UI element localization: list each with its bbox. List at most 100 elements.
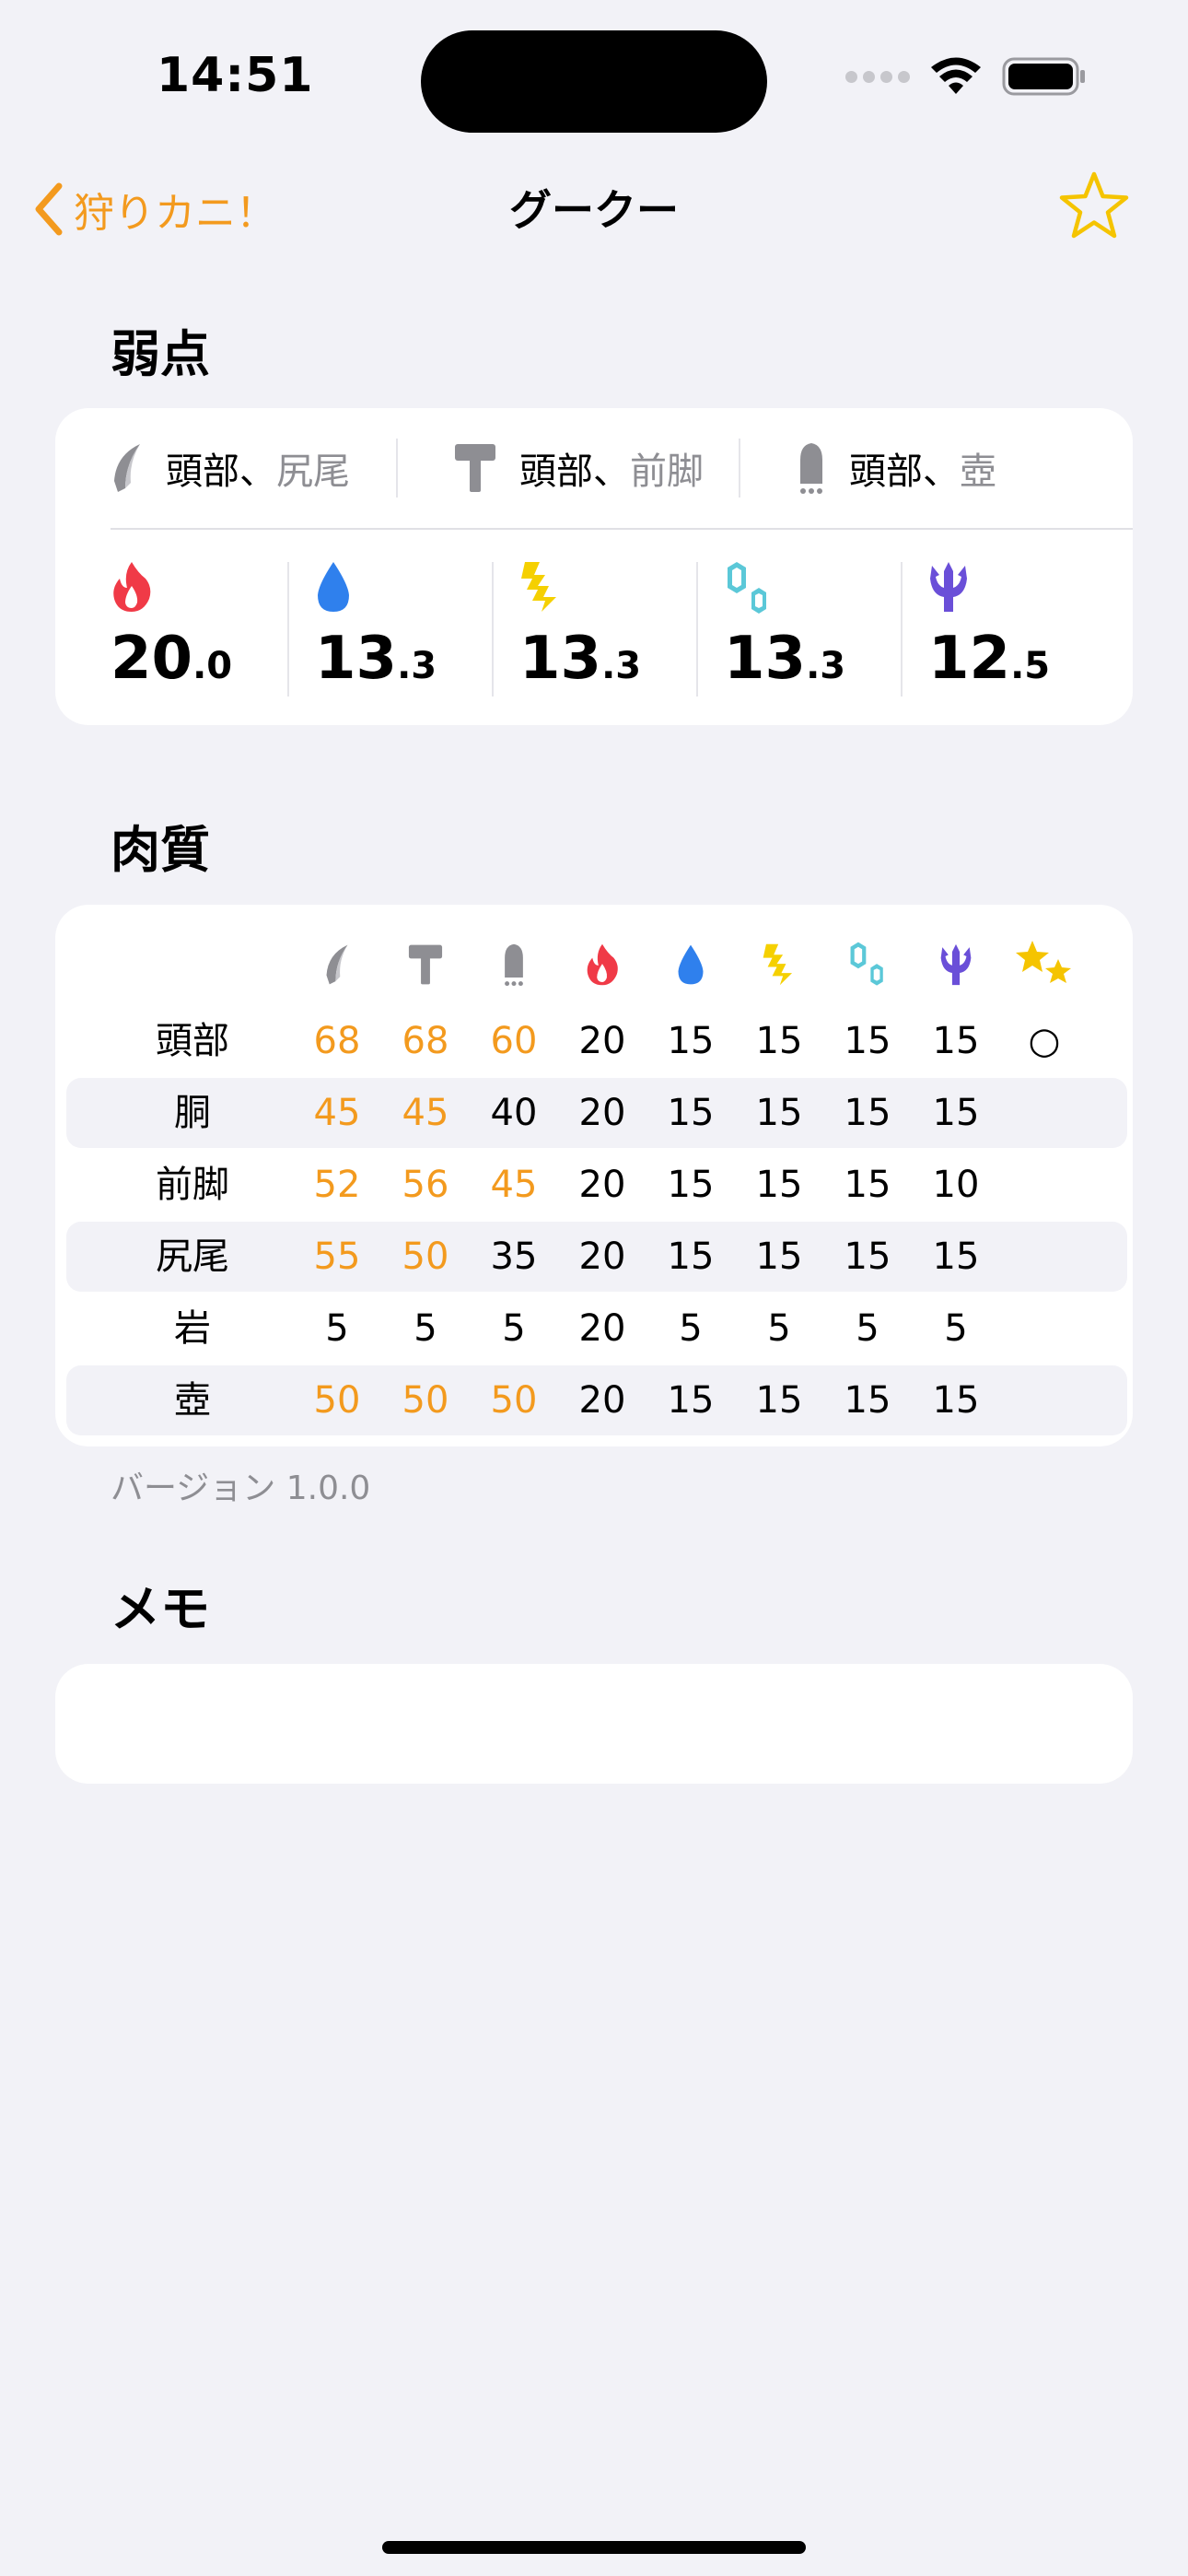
table-cell: 5	[325, 1307, 349, 1350]
table-cell: 20	[578, 1020, 626, 1062]
table-cell: 15	[932, 1235, 980, 1278]
table-cell: 50	[402, 1379, 449, 1422]
wifi-icon	[931, 57, 981, 94]
fire-value: 20	[111, 625, 193, 693]
memo-section-title: メモ	[111, 1580, 210, 1638]
weakness-secondary: 尻尾	[276, 451, 350, 493]
hitzone-section-title: 肉質	[111, 821, 210, 879]
ice-icon	[850, 942, 883, 986]
table-cell: 15	[755, 1164, 803, 1206]
table-row: 岩 5 5 5 20 5 5 5 5	[66, 1294, 1127, 1364]
weakness-secondary: 前脚	[630, 451, 704, 493]
table-cell: 50	[490, 1379, 538, 1422]
table-cell: 35	[490, 1235, 538, 1278]
battery-icon	[1002, 57, 1085, 96]
fire-value-decimal: .0	[192, 645, 233, 687]
memo-text	[55, 1664, 1133, 1738]
col-thunder	[751, 932, 807, 997]
dynamic-island	[421, 30, 767, 133]
table-cell: 55	[313, 1235, 361, 1278]
col-stun	[1007, 932, 1081, 997]
favorite-star-icon[interactable]	[1057, 170, 1131, 243]
table-cell: 15	[844, 1092, 891, 1134]
table-cell	[1003, 1222, 1086, 1292]
blunt-icon	[455, 444, 495, 492]
table-cell: 45	[313, 1092, 361, 1134]
sever-icon	[326, 944, 348, 985]
cellular-signal-icon	[845, 70, 910, 83]
table-cell: 15	[932, 1020, 980, 1062]
table-cell: 45	[402, 1092, 449, 1134]
shot-icon	[800, 443, 822, 494]
table-cell: 15	[755, 1092, 803, 1134]
shot-icon	[505, 943, 523, 987]
col-blunt	[398, 932, 453, 997]
weakness-section-title: 弱点	[111, 325, 210, 383]
table-cell: 15	[844, 1235, 891, 1278]
divider	[111, 528, 1133, 530]
table-cell: 15	[844, 1020, 891, 1062]
home-indicator[interactable]	[382, 2541, 806, 2554]
table-row: 尻尾 55 50 35 20 15 15 15 15	[66, 1222, 1127, 1292]
col-sever	[309, 932, 365, 997]
dragon-value: 12	[928, 625, 1011, 693]
water-value: 13	[315, 625, 398, 693]
table-cell: 20	[578, 1092, 626, 1134]
table-cell: 15	[667, 1379, 715, 1422]
row-part-label: 尻尾	[156, 1235, 229, 1278]
table-row: 前脚 52 56 45 20 15 15 15 10	[66, 1150, 1127, 1220]
divider	[287, 562, 289, 697]
status-icons	[845, 57, 1087, 96]
dragon-icon	[940, 943, 972, 986]
water-value-decimal: .3	[397, 645, 437, 687]
status-time: 14:51	[157, 48, 314, 103]
table-cell: 68	[313, 1020, 361, 1062]
table-cell: 20	[578, 1235, 626, 1278]
table-cell: 15	[667, 1164, 715, 1206]
fire-icon	[113, 562, 151, 612]
ice-value-decimal: .3	[806, 645, 846, 687]
table-cell: 68	[402, 1020, 449, 1062]
table-cell: 5	[856, 1307, 879, 1350]
table-cell: 45	[490, 1164, 538, 1206]
table-row: 壺 50 50 50 20 15 15 15 15	[66, 1365, 1127, 1435]
divider	[901, 562, 903, 697]
table-cell: 50	[313, 1379, 361, 1422]
weakness-secondary: 壺	[960, 451, 996, 493]
element-weakness-fire: 20.0	[55, 553, 287, 700]
dragon-value-decimal: .5	[1010, 645, 1051, 687]
table-cell: 52	[313, 1164, 361, 1206]
col-water	[663, 932, 718, 997]
version-label: バージョン 1.0.0	[111, 1469, 371, 1507]
weapon-weakness-row: 頭部、尻尾 頭部、前脚 頭部、壺	[55, 413, 1133, 523]
col-ice	[840, 932, 895, 997]
table-cell: 40	[490, 1092, 538, 1134]
table-cell: 15	[932, 1092, 980, 1134]
element-weakness-water: 13.3	[287, 553, 492, 700]
table-cell: 60	[490, 1020, 538, 1062]
table-cell	[1003, 1078, 1086, 1148]
table-cell: 10	[932, 1164, 980, 1206]
weapon-weakness-sever: 頭部、尻尾	[55, 441, 396, 495]
table-cell	[1003, 1365, 1086, 1435]
table-cell: 15	[667, 1235, 715, 1278]
table-cell: 5	[502, 1307, 526, 1350]
table-cell: 5	[413, 1307, 437, 1350]
table-cell: ○	[1028, 1020, 1061, 1062]
memo-field[interactable]	[55, 1664, 1133, 1784]
row-part-label: 前脚	[156, 1164, 229, 1206]
col-fire	[575, 932, 630, 997]
table-cell: 15	[844, 1379, 891, 1422]
element-weakness-thunder: 13.3	[492, 553, 696, 700]
table-cell: 15	[667, 1020, 715, 1062]
water-icon	[318, 562, 349, 612]
water-icon	[678, 944, 704, 985]
table-cell: 5	[944, 1307, 968, 1350]
hitzone-table-header	[55, 932, 1133, 1006]
table-cell: 15	[667, 1092, 715, 1134]
col-shot	[486, 932, 542, 997]
table-cell: 15	[932, 1379, 980, 1422]
ice-value: 13	[724, 625, 807, 693]
table-cell: 15	[755, 1020, 803, 1062]
table-cell: 5	[679, 1307, 703, 1350]
